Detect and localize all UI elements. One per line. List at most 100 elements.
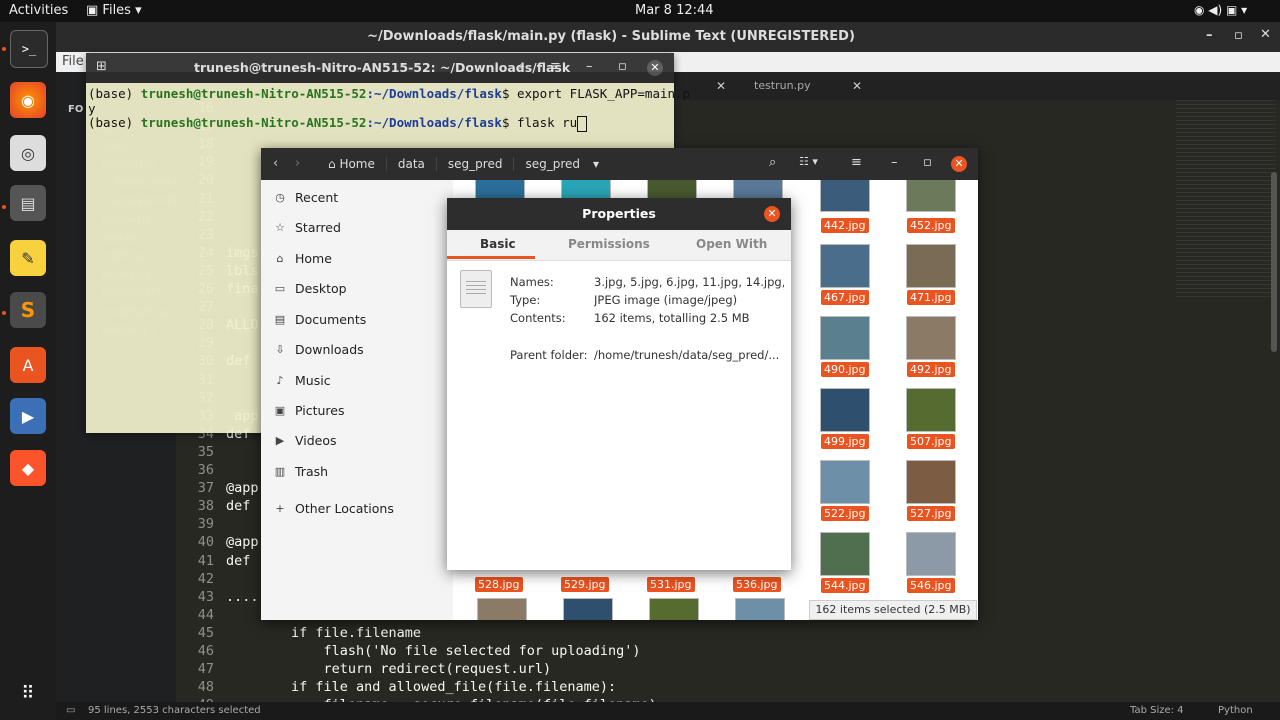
image-thumbnail[interactable] <box>820 180 870 212</box>
file-name-label[interactable]: 529.jpg <box>561 577 609 592</box>
syntax-mode[interactable]: Python <box>1218 705 1253 716</box>
files-app-menu[interactable]: ▣ Files ▾ <box>86 3 142 18</box>
sidebar-item-downloads[interactable]: ⇩ Downloads <box>273 337 448 361</box>
clock[interactable]: Mar 8 12:44 <box>635 3 714 18</box>
new-tab-icon[interactable]: ⊞ <box>96 59 107 74</box>
back-icon[interactable]: ‹ <box>273 156 278 171</box>
code-line[interactable]: if file and allowed_file(file.filename): <box>226 679 616 695</box>
image-thumbnail[interactable] <box>649 598 699 620</box>
file-name-label[interactable]: 499.jpg <box>821 434 869 449</box>
maximize-icon[interactable]: ▫ <box>1234 28 1243 43</box>
sidebar-item-recent[interactable]: ◷ Recent <box>273 185 448 209</box>
file-name-label[interactable]: 522.jpg <box>821 506 869 521</box>
tab-size[interactable]: Tab Size: 4 <box>1130 705 1184 716</box>
code-line[interactable]: return redirect(request.url) <box>226 661 552 677</box>
code-line[interactable]: @app <box>226 480 259 496</box>
image-thumbnail[interactable] <box>820 460 870 504</box>
close-icon[interactable]: ✕ <box>764 206 780 222</box>
sidebar-item-videos[interactable]: ▶ Videos <box>273 428 448 452</box>
rhythmbox-icon[interactable]: ◎ <box>10 135 46 171</box>
code-line[interactable]: @app <box>226 534 259 550</box>
image-thumbnail[interactable] <box>820 316 870 360</box>
brave-browser-icon[interactable]: ◆ <box>10 450 46 486</box>
file-name-label[interactable]: 536.jpg <box>733 577 781 592</box>
code-line[interactable]: flash('No file selected for uploading') <box>226 643 641 659</box>
show-apps-grid-icon[interactable]: ⠿ <box>10 675 46 711</box>
menu-file[interactable]: File <box>62 54 84 69</box>
image-thumbnail[interactable] <box>735 598 785 620</box>
panel-icon[interactable]: ▭ <box>66 705 75 716</box>
tab-open-with[interactable]: Open With <box>696 237 767 251</box>
breadcrumb-1[interactable]: data <box>387 157 437 171</box>
minimap[interactable] <box>1176 100 1276 300</box>
file-name-label[interactable]: 544.jpg <box>821 578 869 593</box>
property-value[interactable]: 162 items, totalling 2.5 MB <box>594 311 784 325</box>
image-thumbnail[interactable] <box>477 598 527 620</box>
image-thumbnail[interactable] <box>906 180 956 212</box>
file-name-label[interactable]: 546.jpg <box>907 578 955 593</box>
terminal-icon[interactable]: >_ <box>10 30 48 68</box>
image-thumbnail[interactable] <box>906 316 956 360</box>
tab-close-icon[interactable]: ✕ <box>716 79 726 93</box>
image-thumbnail[interactable] <box>563 598 613 620</box>
maximize-icon[interactable]: ▫ <box>618 59 627 74</box>
tab-basic[interactable]: Basic <box>480 237 516 251</box>
minimize-icon[interactable]: – <box>586 59 593 74</box>
sidebar-item-pictures[interactable]: ▣ Pictures <box>273 398 448 422</box>
system-tray-icons[interactable]: ◉ ◀) ▣ ▾ <box>1194 3 1247 17</box>
sidebar-item-trash[interactable]: ▥ Trash <box>273 459 448 483</box>
code-line[interactable]: def <box>226 498 250 514</box>
image-thumbnail[interactable] <box>733 180 783 200</box>
file-name-label[interactable]: 471.jpg <box>907 290 955 305</box>
breadcrumb-3[interactable]: seg_pred <box>514 157 591 171</box>
view-options-icon[interactable]: ☷ ▾ <box>799 155 818 168</box>
software-center-icon[interactable]: A <box>10 347 46 383</box>
close-icon[interactable]: ✕ <box>647 60 663 76</box>
minimize-icon[interactable]: – <box>1206 28 1213 43</box>
sidebar-item-desktop[interactable]: ▭ Desktop <box>273 276 448 300</box>
files-icon[interactable]: ▤ <box>10 185 46 221</box>
close-icon[interactable]: ✕ <box>951 156 967 172</box>
maximize-icon[interactable]: ▫ <box>923 155 932 170</box>
property-value[interactable]: 3.jpg, 5.jpg, 6.jpg, 11.jpg, 14.jpg,... <box>594 275 784 289</box>
sidebar-item-documents[interactable]: ▤ Documents <box>273 307 448 331</box>
image-thumbnail[interactable] <box>906 532 956 576</box>
search-icon[interactable]: ⌕ <box>769 155 776 170</box>
file-name-label[interactable]: 531.jpg <box>647 577 695 592</box>
file-name-label[interactable]: 452.jpg <box>907 218 955 233</box>
hamburger-menu-icon[interactable]: ≡ <box>851 155 862 170</box>
scrollbar[interactable] <box>1271 172 1277 352</box>
file-name-label[interactable]: 442.jpg <box>821 218 869 233</box>
sidebar-item-home[interactable]: ⌂ Home <box>273 246 448 270</box>
text-editor-icon[interactable]: ✎ <box>10 240 46 276</box>
search-icon[interactable]: ⌕ <box>518 59 525 74</box>
minimize-icon[interactable]: – <box>891 155 898 170</box>
image-thumbnail[interactable] <box>561 180 611 200</box>
tab-testrun[interactable]: testrun.py <box>754 79 811 92</box>
file-name-label[interactable]: 528.jpg <box>475 577 523 592</box>
forward-icon[interactable]: › <box>295 156 300 171</box>
close-icon[interactable]: ✕ <box>1260 27 1271 42</box>
property-value[interactable]: JPEG image (image/jpeg) <box>594 293 784 307</box>
sidebar-item-starred[interactable]: ☆ Starred <box>273 215 448 239</box>
file-name-label[interactable]: 467.jpg <box>821 290 869 305</box>
sidebar-item-music[interactable]: ♪ Music <box>273 368 448 392</box>
image-thumbnail[interactable] <box>647 180 697 200</box>
image-thumbnail[interactable] <box>906 460 956 504</box>
tab-close-icon[interactable]: ✕ <box>852 79 862 93</box>
code-line[interactable]: if file.filename <box>226 625 421 641</box>
sublime-text-icon[interactable]: S <box>10 292 46 328</box>
file-name-label[interactable]: 492.jpg <box>907 362 955 377</box>
screen-recorder-icon[interactable]: ▶ <box>10 398 46 434</box>
image-thumbnail[interactable] <box>906 244 956 288</box>
file-name-label[interactable]: 507.jpg <box>907 434 955 449</box>
property-value[interactable]: /home/trunesh/data/seg_pred/... <box>594 348 784 362</box>
file-name-label[interactable]: 490.jpg <box>821 362 869 377</box>
image-thumbnail[interactable] <box>820 244 870 288</box>
tab-permissions[interactable]: Permissions <box>568 237 650 251</box>
breadcrumb-0[interactable]: ⌂ Home <box>317 157 387 171</box>
image-thumbnail[interactable] <box>906 388 956 432</box>
image-thumbnail[interactable] <box>820 532 870 576</box>
hamburger-menu-icon[interactable]: ≡ <box>550 59 561 74</box>
code-line[interactable]: .... <box>226 589 259 605</box>
